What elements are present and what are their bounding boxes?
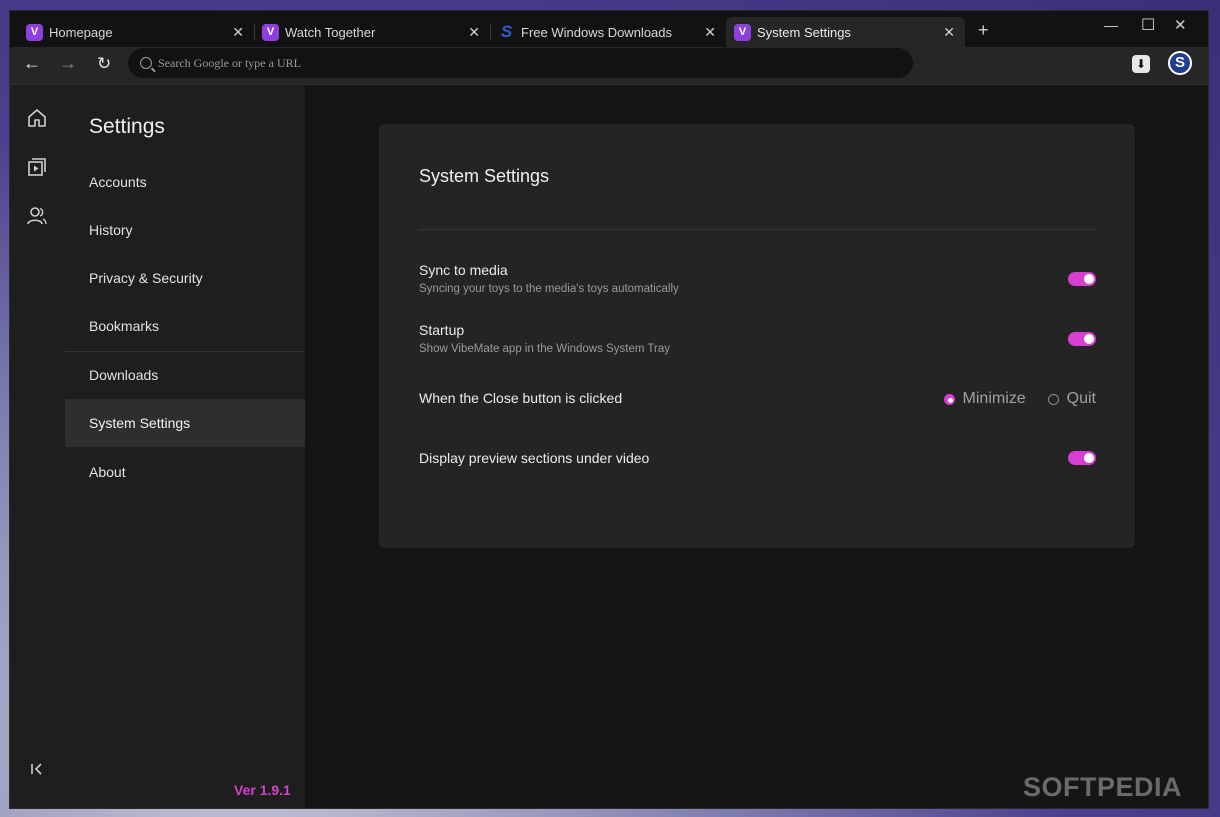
settings-nav-history[interactable]: History bbox=[65, 206, 305, 254]
setting-label: Startup bbox=[419, 322, 465, 338]
radio-selected-icon bbox=[943, 393, 955, 405]
setting-close-behavior: When the Close button is clicked Minimiz… bbox=[419, 390, 1096, 408]
tab-title: Watch Together bbox=[285, 24, 376, 40]
version-label: Ver 1.9.1 bbox=[234, 782, 291, 798]
tab-strip: V Homepage ✕ V Watch Together ✕ S Free W… bbox=[10, 11, 1208, 47]
softpedia-watermark: SOFTPEDIA bbox=[1023, 772, 1183, 802]
settings-title: Settings bbox=[89, 115, 165, 138]
tab-title: System Settings bbox=[757, 24, 851, 40]
tab-title: Homepage bbox=[49, 24, 113, 40]
minimize-window-button[interactable]: — bbox=[1104, 17, 1118, 33]
toggle-knob bbox=[1084, 274, 1094, 284]
download-icon[interactable]: ⬇ bbox=[1132, 55, 1150, 73]
vibemate-icon: V bbox=[26, 23, 43, 41]
radio-minimize[interactable]: Minimize bbox=[943, 390, 1026, 408]
display-preview-toggle[interactable] bbox=[1068, 451, 1096, 465]
settings-nav-accounts[interactable]: Accounts bbox=[65, 158, 305, 206]
setting-sync-to-media: Sync to media Syncing your toys to the m… bbox=[419, 262, 1096, 295]
tab-free-windows-downloads[interactable]: S Free Windows Downloads ✕ bbox=[490, 17, 726, 47]
back-button[interactable]: ← bbox=[23, 53, 41, 74]
setting-startup: Startup Show VibeMate app in the Windows… bbox=[419, 322, 1096, 355]
setting-description: Show VibeMate app in the Windows System … bbox=[419, 343, 670, 355]
radio-unselected-icon bbox=[1047, 393, 1059, 405]
toolbar: ← → ↻ Search Google or type a URL ⬇ S bbox=[10, 47, 1208, 85]
toggle-knob bbox=[1084, 453, 1094, 463]
url-placeholder: Search Google or type a URL bbox=[158, 55, 301, 70]
left-rail bbox=[10, 85, 66, 808]
startup-toggle[interactable] bbox=[1068, 332, 1096, 346]
settings-nav-system-settings[interactable]: System Settings bbox=[65, 399, 305, 447]
reload-button[interactable]: ↻ bbox=[97, 54, 111, 74]
radio-quit[interactable]: Quit bbox=[1047, 390, 1096, 408]
collapse-sidebar-icon[interactable] bbox=[26, 758, 48, 780]
close-icon[interactable]: ✕ bbox=[232, 24, 244, 41]
settings-nav-about[interactable]: About bbox=[65, 448, 305, 496]
radio-label: Minimize bbox=[962, 390, 1026, 407]
settings-nav-privacy-security[interactable]: Privacy & Security bbox=[65, 254, 305, 302]
users-icon[interactable] bbox=[26, 205, 48, 227]
vibemate-icon: V bbox=[262, 23, 279, 41]
card-divider bbox=[419, 229, 1096, 230]
video-library-icon[interactable] bbox=[26, 156, 48, 178]
radio-label: Quit bbox=[1066, 390, 1096, 407]
sync-to-media-toggle[interactable] bbox=[1068, 272, 1096, 286]
browser-window: V Homepage ✕ V Watch Together ✕ S Free W… bbox=[10, 11, 1208, 808]
setting-description: Syncing your toys to the media's toys au… bbox=[419, 283, 679, 295]
new-tab-button[interactable]: + bbox=[978, 20, 989, 41]
close-icon[interactable]: ✕ bbox=[704, 24, 716, 41]
forward-button[interactable]: → bbox=[59, 53, 77, 74]
maximize-window-button[interactable]: ☐ bbox=[1141, 15, 1155, 35]
system-settings-card: System Settings Sync to media Syncing yo… bbox=[379, 124, 1135, 548]
profile-avatar[interactable]: S bbox=[1168, 51, 1192, 75]
main-content: System Settings Sync to media Syncing yo… bbox=[305, 85, 1208, 808]
tab-homepage[interactable]: V Homepage ✕ bbox=[18, 17, 255, 47]
card-title: System Settings bbox=[419, 166, 550, 186]
tab-watch-together[interactable]: V Watch Together ✕ bbox=[254, 17, 491, 47]
close-icon[interactable]: ✕ bbox=[943, 24, 955, 41]
setting-label: Sync to media bbox=[419, 262, 508, 278]
search-icon bbox=[140, 57, 152, 69]
settings-sidebar: Settings Accounts History Privacy & Secu… bbox=[65, 85, 305, 808]
softpedia-s-icon: S bbox=[500, 22, 513, 41]
close-window-button[interactable]: ✕ bbox=[1174, 16, 1187, 34]
vibemate-icon: V bbox=[734, 23, 751, 41]
setting-display-preview: Display preview sections under video bbox=[419, 450, 1096, 466]
settings-nav-downloads[interactable]: Downloads bbox=[65, 351, 305, 399]
home-icon[interactable] bbox=[26, 107, 48, 129]
settings-nav-bookmarks[interactable]: Bookmarks bbox=[65, 302, 305, 350]
tab-title: Free Windows Downloads bbox=[521, 24, 673, 40]
close-behavior-radio-group: Minimize Quit bbox=[922, 390, 1096, 408]
setting-label: Display preview sections under video bbox=[419, 450, 650, 466]
toggle-knob bbox=[1084, 334, 1094, 344]
tab-system-settings[interactable]: V System Settings ✕ bbox=[726, 17, 965, 47]
address-bar[interactable]: Search Google or type a URL bbox=[128, 48, 913, 78]
close-icon[interactable]: ✕ bbox=[468, 24, 480, 41]
